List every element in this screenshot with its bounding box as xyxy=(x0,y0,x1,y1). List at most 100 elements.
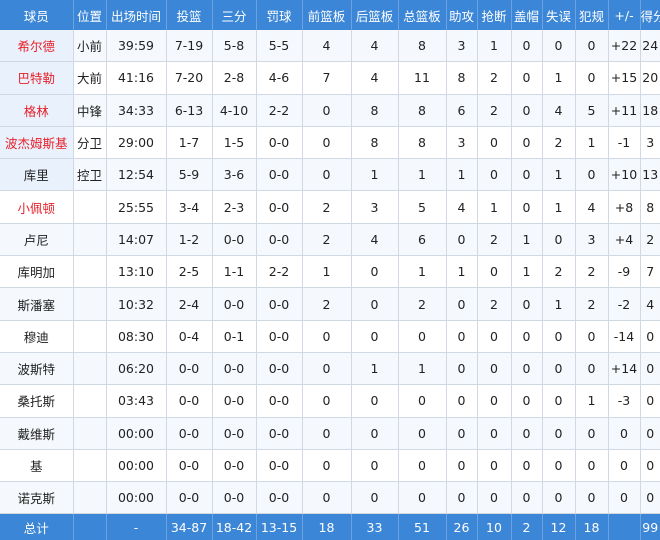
stat-cell: 2-2 xyxy=(256,94,303,127)
column-header[interactable]: 三分 xyxy=(212,0,257,30)
stat-cell: 0-0 xyxy=(166,384,213,418)
stat-cell: 10:32 xyxy=(106,287,167,321)
stat-cell: 2-2 xyxy=(256,255,303,289)
stat-cell: 0 xyxy=(302,158,352,192)
box-score-table: 球员位置出场时间投篮三分罚球前篮板后篮板总篮板助攻抢断盖帽失误犯规+/-得分 希… xyxy=(0,0,660,540)
stat-cell: 29:00 xyxy=(106,126,167,160)
stat-cell: 3-4 xyxy=(166,190,213,224)
column-header[interactable]: 出场时间 xyxy=(106,0,167,30)
stat-cell: 0 xyxy=(640,417,660,450)
stat-cell: 5 xyxy=(398,190,447,224)
stat-cell: 0 xyxy=(351,481,399,515)
stat-cell: 控卫 xyxy=(73,158,107,192)
player-name-link[interactable]: 斯潘塞 xyxy=(0,287,74,321)
stat-cell: 3 xyxy=(446,126,478,160)
column-header[interactable]: 总篮板 xyxy=(398,0,447,30)
stat-cell: 5-9 xyxy=(166,158,213,192)
column-header[interactable]: 前篮板 xyxy=(302,0,352,30)
column-header[interactable]: 投篮 xyxy=(166,0,213,30)
stat-cell: 0-0 xyxy=(212,352,257,386)
stat-cell: 12:54 xyxy=(106,158,167,192)
column-header[interactable]: 位置 xyxy=(73,0,107,30)
player-name-link[interactable]: 库里 xyxy=(0,158,74,192)
totals-cell: 18-42 xyxy=(212,513,257,540)
stat-cell: 0-0 xyxy=(212,481,257,515)
stat-cell: 0 xyxy=(511,30,543,63)
table-row: 戴维斯 00:00 0-0 0-0 0-0 0 0 0 0 0 0 0 0 0 0 xyxy=(0,417,660,450)
stat-cell: 0 xyxy=(477,126,512,160)
player-name-link[interactable]: 希尔德 xyxy=(0,30,74,63)
stat-cell: 0-0 xyxy=(256,481,303,515)
stat-cell: 0 xyxy=(511,94,543,127)
column-header[interactable]: 犯规 xyxy=(575,0,609,30)
column-header[interactable]: 罚球 xyxy=(256,0,303,30)
player-name-link[interactable]: 波杰姆斯基 xyxy=(0,126,74,160)
player-name-link[interactable]: 波斯特 xyxy=(0,352,74,386)
stat-cell: 6-13 xyxy=(166,94,213,127)
stat-cell: 分卫 xyxy=(73,126,107,160)
totals-cell: 33 xyxy=(351,513,399,540)
stat-cell: 24 xyxy=(640,30,660,63)
player-name-link[interactable]: 小佩顿 xyxy=(0,190,74,224)
stat-cell: 0 xyxy=(398,417,447,450)
column-header[interactable]: 抢断 xyxy=(477,0,512,30)
column-header[interactable]: 后篮板 xyxy=(351,0,399,30)
stat-cell: 1 xyxy=(398,352,447,386)
stat-cell: 2 xyxy=(575,287,609,321)
column-header[interactable]: 失误 xyxy=(542,0,576,30)
stat-cell: 0 xyxy=(542,384,576,418)
player-name-link[interactable]: 诺克斯 xyxy=(0,481,74,515)
stat-cell: 8 xyxy=(398,94,447,127)
stat-cell: 0-0 xyxy=(256,287,303,321)
stat-cell: -2 xyxy=(608,287,641,321)
stat-cell: 0 xyxy=(477,158,512,192)
player-name-link[interactable]: 巴特勒 xyxy=(0,61,74,95)
stat-cell: +4 xyxy=(608,223,641,257)
stat-cell: 0 xyxy=(575,30,609,63)
player-name-link[interactable]: 穆迪 xyxy=(0,320,74,353)
column-header[interactable]: 得分 xyxy=(640,0,660,30)
stat-cell: 4 xyxy=(302,30,352,63)
stat-cell: 大前 xyxy=(73,61,107,95)
stat-cell: 2 xyxy=(302,190,352,224)
player-name-link[interactable]: 格林 xyxy=(0,94,74,127)
player-name-link[interactable]: 桑托斯 xyxy=(0,384,74,418)
stat-cell: 1-2 xyxy=(166,223,213,257)
stat-cell: 4 xyxy=(351,61,399,95)
stat-cell: 0-4 xyxy=(166,320,213,353)
stat-cell xyxy=(73,190,107,224)
stat-cell: 3-6 xyxy=(212,158,257,192)
table-row: 小佩顿 25:55 3-4 2-3 0-0 2 3 5 4 1 0 1 4 +8 8 xyxy=(0,190,660,224)
stat-cell xyxy=(73,481,107,515)
stat-cell: 0 xyxy=(302,449,352,483)
stat-cell: 11 xyxy=(398,61,447,95)
stat-cell: 0 xyxy=(511,320,543,353)
stat-cell: 0-0 xyxy=(212,223,257,257)
stat-cell: 0-0 xyxy=(212,287,257,321)
player-name-link[interactable]: 卢尼 xyxy=(0,223,74,257)
stat-cell: 3 xyxy=(640,126,660,160)
stat-cell: 34:33 xyxy=(106,94,167,127)
stat-cell: 41:16 xyxy=(106,61,167,95)
totals-cell xyxy=(73,513,107,540)
stat-cell: 0 xyxy=(477,352,512,386)
column-header[interactable]: 盖帽 xyxy=(511,0,543,30)
stat-cell: 0 xyxy=(511,61,543,95)
player-name-link[interactable]: 戴维斯 xyxy=(0,417,74,450)
player-name-link[interactable]: 基 xyxy=(0,449,74,483)
stat-cell: 1 xyxy=(446,158,478,192)
stat-cell: 0 xyxy=(542,352,576,386)
column-header[interactable]: +/- xyxy=(608,0,641,30)
column-header[interactable]: 球员 xyxy=(0,0,74,30)
stat-cell xyxy=(73,449,107,483)
stat-cell: +8 xyxy=(608,190,641,224)
stat-cell xyxy=(73,287,107,321)
column-header[interactable]: 助攻 xyxy=(446,0,478,30)
stat-cell: 0 xyxy=(302,384,352,418)
stat-cell: 0 xyxy=(477,255,512,289)
stat-cell: 2 xyxy=(302,287,352,321)
player-name-link[interactable]: 库明加 xyxy=(0,255,74,289)
stat-cell: 0 xyxy=(511,384,543,418)
totals-row: 总计 -34-87 18-42 13-15 18 33 51 26 10 2 12 18 99 xyxy=(0,513,660,540)
stat-cell: 3 xyxy=(575,223,609,257)
